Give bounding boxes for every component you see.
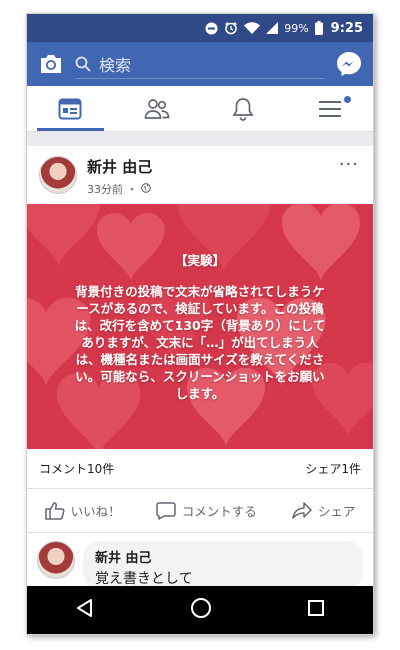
nav-tabs	[27, 86, 373, 132]
search-input[interactable]: 検索	[75, 49, 325, 79]
comments-count[interactable]: コメント10件	[39, 460, 114, 477]
avatar[interactable]	[37, 541, 75, 579]
post-text: 【実験】 背景付きの投稿で文末が省略されてしまうケ ースがあるので、検証していま…	[27, 204, 373, 449]
battery-percent: 99%	[284, 21, 309, 35]
phone-screen: 99% 9:25 検索 新井 由己 33分前 ・ ··· 【実験】 背景付きの投…	[26, 13, 374, 635]
like-label: いいね！	[70, 504, 121, 519]
share-button[interactable]: シェア	[292, 501, 356, 520]
clock: 9:25	[330, 20, 363, 36]
alarm-icon	[224, 21, 238, 35]
avatar[interactable]	[39, 156, 77, 194]
share-icon	[292, 501, 312, 519]
post-author[interactable]: 新井 由己	[87, 156, 152, 177]
post-text-line: ースがあるので、検証しています。この投稿	[76, 300, 324, 316]
post-header: 新井 由己 33分前 ・ ···	[27, 146, 373, 204]
comment-bubble[interactable]: 新井 由己 覚え書きとして	[83, 541, 363, 589]
like-button[interactable]: いいね！	[44, 501, 121, 520]
comment-label: コメントする	[181, 504, 257, 519]
app-header: 検索	[27, 42, 373, 86]
tab-news-feed[interactable]	[27, 86, 114, 131]
feed-post: 新井 由己 33分前 ・ ··· 【実験】 背景付きの投稿で文末が省略されてしま…	[27, 146, 373, 597]
post-time[interactable]: 33分前 ・	[87, 181, 138, 197]
search-icon	[75, 56, 91, 72]
camera-button[interactable]	[35, 48, 67, 80]
messenger-icon	[337, 52, 361, 76]
comment-text: 覚え書きとして	[95, 571, 193, 587]
battery-icon	[314, 21, 323, 35]
signal-icon	[266, 22, 279, 34]
post-text-line: します。	[175, 385, 225, 401]
tab-menu[interactable]	[287, 86, 374, 131]
post-text-heading: 【実験】	[174, 252, 225, 268]
comment-author[interactable]: 新井 由己	[95, 547, 351, 566]
post-text-line: ありますが、文末に「…」が出てしまう人	[81, 334, 319, 350]
tab-notifications[interactable]	[200, 86, 287, 131]
status-bar: 99% 9:25	[27, 14, 373, 42]
news-feed-icon	[58, 98, 82, 119]
post-counts: コメント10件 シェア1件	[27, 449, 373, 489]
comment-button[interactable]: コメントする	[155, 501, 257, 520]
post-text-line: 背景付きの投稿で文末が省略されてしまうケ	[75, 283, 325, 299]
post-background-card: 【実験】 背景付きの投稿で文末が省略されてしまうケ ースがあるので、検証していま…	[27, 204, 373, 449]
friends-icon	[144, 98, 170, 119]
tab-friends[interactable]	[114, 86, 201, 131]
globe-icon	[140, 182, 151, 196]
camera-icon	[41, 55, 61, 73]
search-placeholder: 検索	[99, 55, 132, 75]
comment-icon	[155, 501, 176, 520]
post-text-line: い。可能なら、スクリーンショットをお願い	[75, 368, 325, 384]
post-text-line: は、改行を含めて130字（背景あり）にして	[74, 317, 326, 333]
thumbs-up-icon	[44, 501, 65, 520]
menu-badge	[344, 96, 351, 103]
post-text-line: は、機種名または画面サイズを教えてくださ	[75, 351, 325, 367]
post-actions: いいね！ コメントする シェア	[27, 489, 373, 533]
shares-count[interactable]: シェア1件	[305, 460, 361, 477]
back-icon[interactable]	[75, 598, 95, 622]
wifi-icon	[244, 22, 261, 34]
recents-icon[interactable]	[307, 599, 325, 621]
more-options-button[interactable]: ···	[339, 154, 359, 175]
share-label: シェア	[317, 504, 356, 519]
messenger-button[interactable]	[333, 48, 365, 80]
bell-icon	[232, 97, 254, 121]
menu-icon	[318, 100, 341, 117]
feed-divider	[27, 132, 373, 146]
post-meta: 33分前 ・	[87, 181, 152, 197]
dnd-icon	[205, 22, 218, 35]
system-nav-bar	[27, 586, 373, 634]
home-icon[interactable]	[190, 597, 212, 623]
